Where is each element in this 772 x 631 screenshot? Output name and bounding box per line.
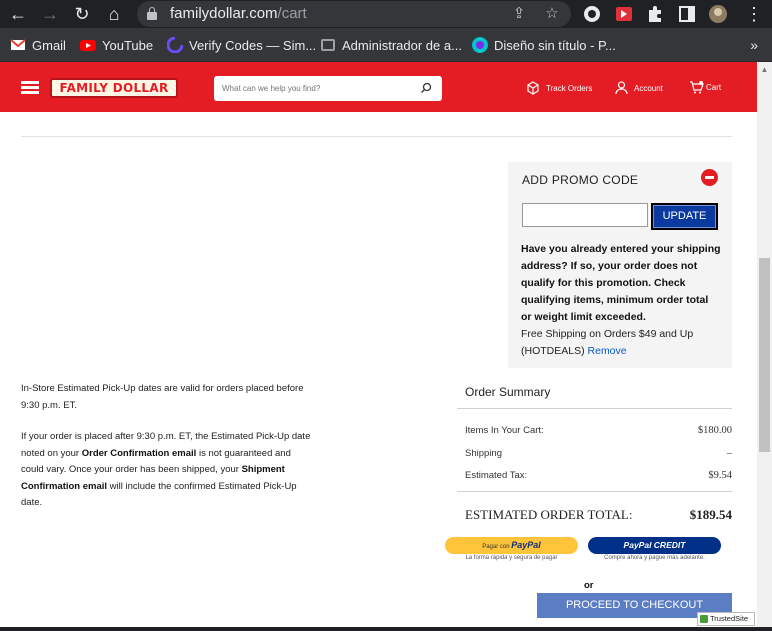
extension-grammarly-icon[interactable] <box>582 4 602 24</box>
extension-video-icon[interactable] <box>614 4 634 24</box>
site-header: FAMILY DOLLAR Track Orders Account Cart <box>0 62 772 112</box>
tax-row: Estimated Tax: $9.54 <box>465 470 732 481</box>
address-bar[interactable]: familydollar.com/cart ⇪ ☆ <box>137 1 571 27</box>
search-box[interactable] <box>214 76 442 101</box>
track-orders-link[interactable]: Track Orders <box>526 81 592 95</box>
canva-icon <box>472 37 488 53</box>
search-icon[interactable] <box>420 82 432 94</box>
items-row: Items In Your Cart: $180.00 <box>465 425 732 436</box>
summary-divider <box>457 408 732 409</box>
url-text: familydollar.com/cart <box>170 5 307 22</box>
profile-avatar[interactable] <box>708 4 728 24</box>
home-icon[interactable]: ⌂ <box>102 2 126 26</box>
browser-menu-icon[interactable]: ⋮ <box>742 2 766 26</box>
promo-title: ADD PROMO CODE <box>522 173 639 187</box>
youtube-icon <box>80 40 96 51</box>
bookmark-verify-codes[interactable]: Verify Codes — Sim... <box>167 36 316 54</box>
scrollbar-thumb[interactable] <box>759 258 770 452</box>
pickup-disclaimer: If your order is placed after 9:30 p.m. … <box>21 431 311 508</box>
verify-codes-icon <box>167 37 183 53</box>
box-icon <box>527 81 539 95</box>
collapse-minus-icon[interactable] <box>701 169 718 186</box>
back-arrow-icon[interactable]: ← <box>6 2 30 26</box>
family-dollar-logo[interactable]: FAMILY DOLLAR <box>50 78 178 98</box>
account-link[interactable]: Account <box>615 81 663 95</box>
trustedsite-badge[interactable]: TrustedSite <box>697 612 755 626</box>
order-summary-title: Order Summary <box>465 385 551 399</box>
paypal-credit-button[interactable]: PayPal CREDIT <box>588 537 721 554</box>
bookmark-admin[interactable]: Administrador de a... <box>320 36 462 54</box>
bookmark-youtube[interactable]: YouTube <box>80 36 153 54</box>
pickup-note: In-Store Estimated Pick-Up dates are val… <box>21 383 304 411</box>
remove-promo-link[interactable]: Remove <box>588 345 627 357</box>
summary-divider <box>457 491 732 492</box>
user-icon <box>615 81 628 95</box>
order-total-row: ESTIMATED ORDER TOTAL: $189.54 <box>465 507 732 522</box>
share-icon[interactable]: ⇪ <box>509 4 529 24</box>
forward-arrow-icon[interactable]: → <box>38 2 62 26</box>
menu-icon[interactable] <box>21 81 39 95</box>
bookmarks-overflow-icon[interactable]: » <box>750 37 758 53</box>
gmail-icon <box>10 39 26 50</box>
scroll-up-icon[interactable]: ▲ <box>757 62 772 77</box>
paypal-caption: La forma rápida y segura de pagar <box>465 555 558 561</box>
bookmark-gmail[interactable]: Gmail <box>10 36 66 54</box>
cart-icon <box>690 81 704 94</box>
side-panel-icon[interactable] <box>677 4 697 24</box>
bookmark-star-icon[interactable]: ☆ <box>542 4 562 24</box>
admin-icon <box>321 39 335 51</box>
bookmark-canva[interactable]: Diseño sin título - P... <box>472 36 616 54</box>
extensions-puzzle-icon[interactable] <box>645 4 665 24</box>
browser-toolbar: ← → ↻ ⌂ familydollar.com/cart ⇪ ☆ ⋮ <box>0 0 772 28</box>
search-input[interactable] <box>222 81 412 96</box>
promo-warning: Have you already entered your shipping a… <box>521 243 721 323</box>
cart-link[interactable]: Cart <box>689 81 721 94</box>
lock-icon <box>147 7 157 20</box>
promo-code-input[interactable] <box>522 203 648 227</box>
window-bottom-edge <box>0 627 772 631</box>
reload-icon[interactable]: ↻ <box>70 2 94 26</box>
paypal-button[interactable]: Pagar con PayPal <box>445 537 578 554</box>
paypal-credit-caption: Compre ahora y pague más adelante. <box>604 555 705 561</box>
promo-code-panel: ADD PROMO CODE UPDATE Have you already e… <box>508 162 732 368</box>
or-separator: or <box>584 580 594 591</box>
applied-promo: Free Shipping on Orders $49 and Up (HOTD… <box>521 328 694 357</box>
section-divider <box>21 136 732 137</box>
update-button[interactable]: UPDATE <box>651 203 718 230</box>
bookmarks-bar: Gmail YouTube Verify Codes — Sim... Admi… <box>0 28 772 62</box>
shipping-row: Shipping – <box>465 448 732 459</box>
